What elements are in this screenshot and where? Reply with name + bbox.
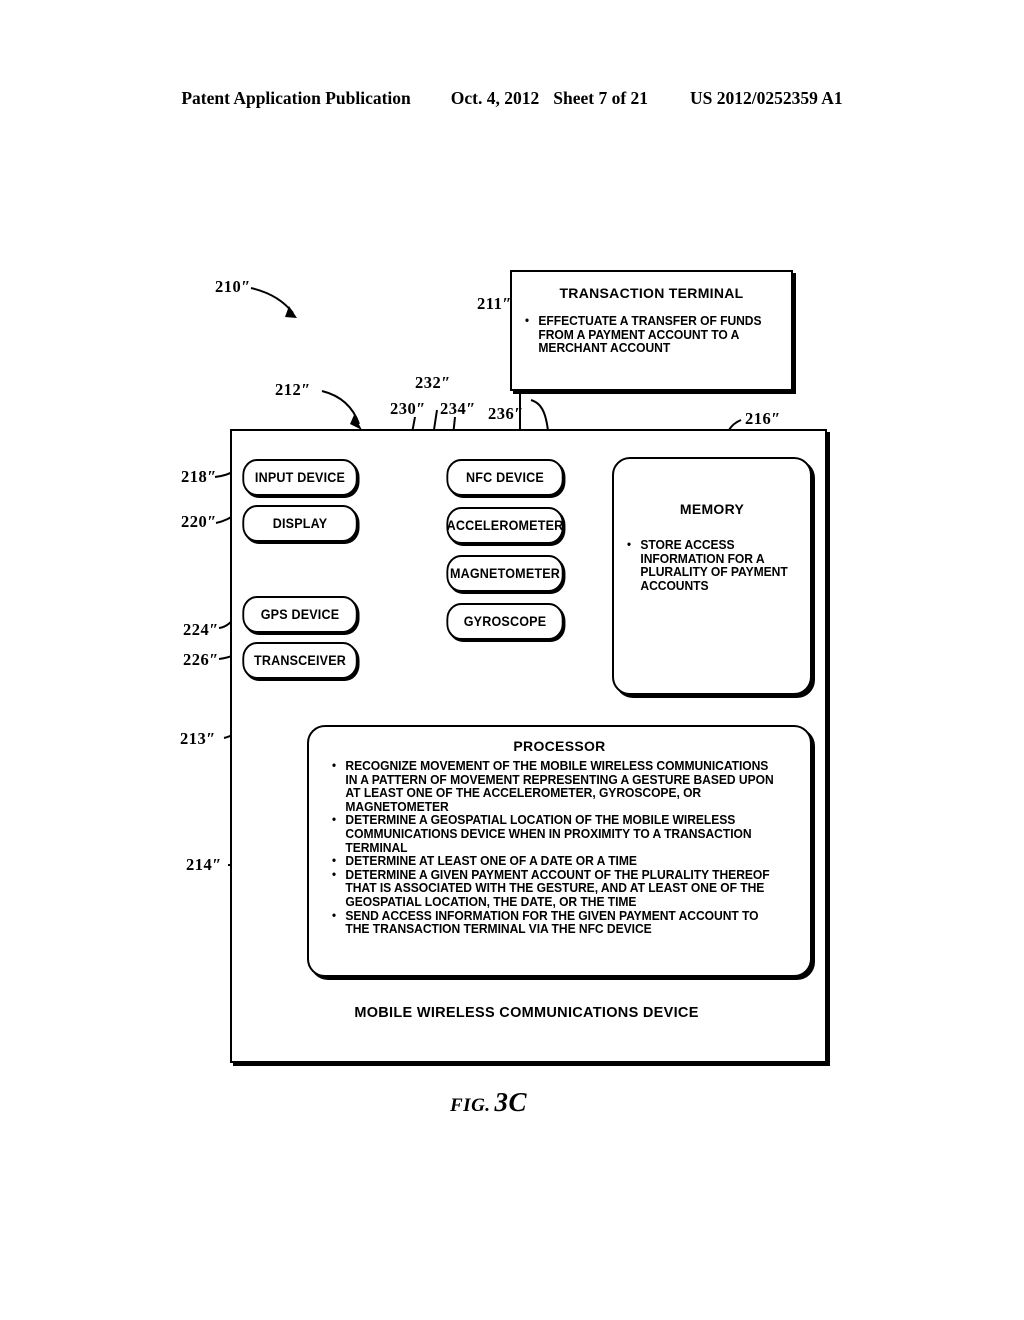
accelerometer-node[interactable]: ACCELEROMETER: [446, 507, 564, 544]
magnetometer-node[interactable]: MAGNETOMETER: [446, 555, 564, 592]
patent-figure-page: Patent Application Publication Oct. 4, 2…: [0, 0, 1024, 1320]
figure-caption-number: 3C: [494, 1087, 528, 1117]
list-item: DETERMINE A GEOSPATIAL LOCATION OF THE M…: [331, 813, 781, 855]
ref-236: 236″: [488, 404, 524, 423]
processor-title: PROCESSOR: [513, 738, 606, 754]
memory-bullets: STORE ACCESS INFORMATION FOR A PLURALITY…: [626, 538, 802, 593]
gyroscope-node[interactable]: GYROSCOPE: [446, 603, 564, 640]
ref-211: 211″: [477, 294, 512, 313]
figure-caption: FIG. 3C: [450, 1087, 527, 1118]
gyroscope-label: GYROSCOPE: [463, 614, 547, 629]
ref-232: 232″: [415, 373, 451, 392]
display-label: DISPLAY: [272, 516, 328, 531]
magnetometer-label: MAGNETOMETER: [449, 566, 561, 581]
transceiver-label: TRANSCEIVER: [253, 653, 347, 668]
ref-212: 212″: [275, 380, 311, 399]
transaction-terminal-bullets: EFFECTUATE A TRANSFER OF FUNDS FROM A PA…: [524, 314, 783, 356]
ref-234: 234″: [440, 399, 476, 418]
processor-bullets: RECOGNIZE MOVEMENT OF THE MOBILE WIRELES…: [331, 759, 800, 937]
nfc-device-node[interactable]: NFC DEVICE: [446, 459, 564, 496]
ref-220: 220″: [181, 512, 217, 531]
list-item: RECOGNIZE MOVEMENT OF THE MOBILE WIRELES…: [331, 759, 781, 814]
accelerometer-label: ACCELEROMETER: [446, 518, 564, 533]
ref-213: 213″: [180, 729, 216, 748]
memory-title: MEMORY: [679, 501, 745, 517]
gps-device-label: GPS DEVICE: [260, 607, 340, 622]
transaction-terminal-title: TRANSACTION TERMINAL: [559, 285, 744, 301]
ref-216: 216″: [745, 409, 781, 428]
list-item: SEND ACCESS INFORMATION FOR THE GIVEN PA…: [331, 909, 781, 937]
transaction-terminal-box: TRANSACTION TERMINAL EFFECTUATE A TRANSF…: [510, 270, 793, 391]
list-item: DETERMINE AT LEAST ONE OF A DATE OR A TI…: [331, 854, 781, 869]
list-item: EFFECTUATE A TRANSFER OF FUNDS FROM A PA…: [524, 314, 773, 356]
ref-210: 210″: [215, 277, 251, 296]
processor-box: PROCESSOR RECOGNIZE MOVEMENT OF THE MOBI…: [307, 725, 812, 977]
memory-box: MEMORY STORE ACCESS INFORMATION FOR A PL…: [612, 457, 812, 695]
input-device-label: INPUT DEVICE: [254, 470, 346, 485]
transceiver-node[interactable]: TRANSCEIVER: [242, 642, 358, 679]
ref-214: 214″: [186, 855, 222, 874]
ref-224: 224″: [183, 620, 219, 639]
display-node[interactable]: DISPLAY: [242, 505, 358, 542]
ref-230: 230″: [390, 399, 426, 418]
list-item: STORE ACCESS INFORMATION FOR A PLURALITY…: [626, 538, 795, 593]
gps-device-node[interactable]: GPS DEVICE: [242, 596, 358, 633]
ref-226: 226″: [183, 650, 219, 669]
ref-218: 218″: [181, 467, 217, 486]
nfc-device-label: NFC DEVICE: [466, 470, 544, 485]
list-item: DETERMINE A GIVEN PAYMENT ACCOUNT OF THE…: [331, 868, 781, 910]
input-device-node[interactable]: INPUT DEVICE: [242, 459, 358, 496]
mobile-device-label: MOBILE WIRELESS COMMUNICATIONS DEVICE: [354, 1005, 699, 1021]
figure-caption-word: FIG.: [450, 1095, 491, 1116]
